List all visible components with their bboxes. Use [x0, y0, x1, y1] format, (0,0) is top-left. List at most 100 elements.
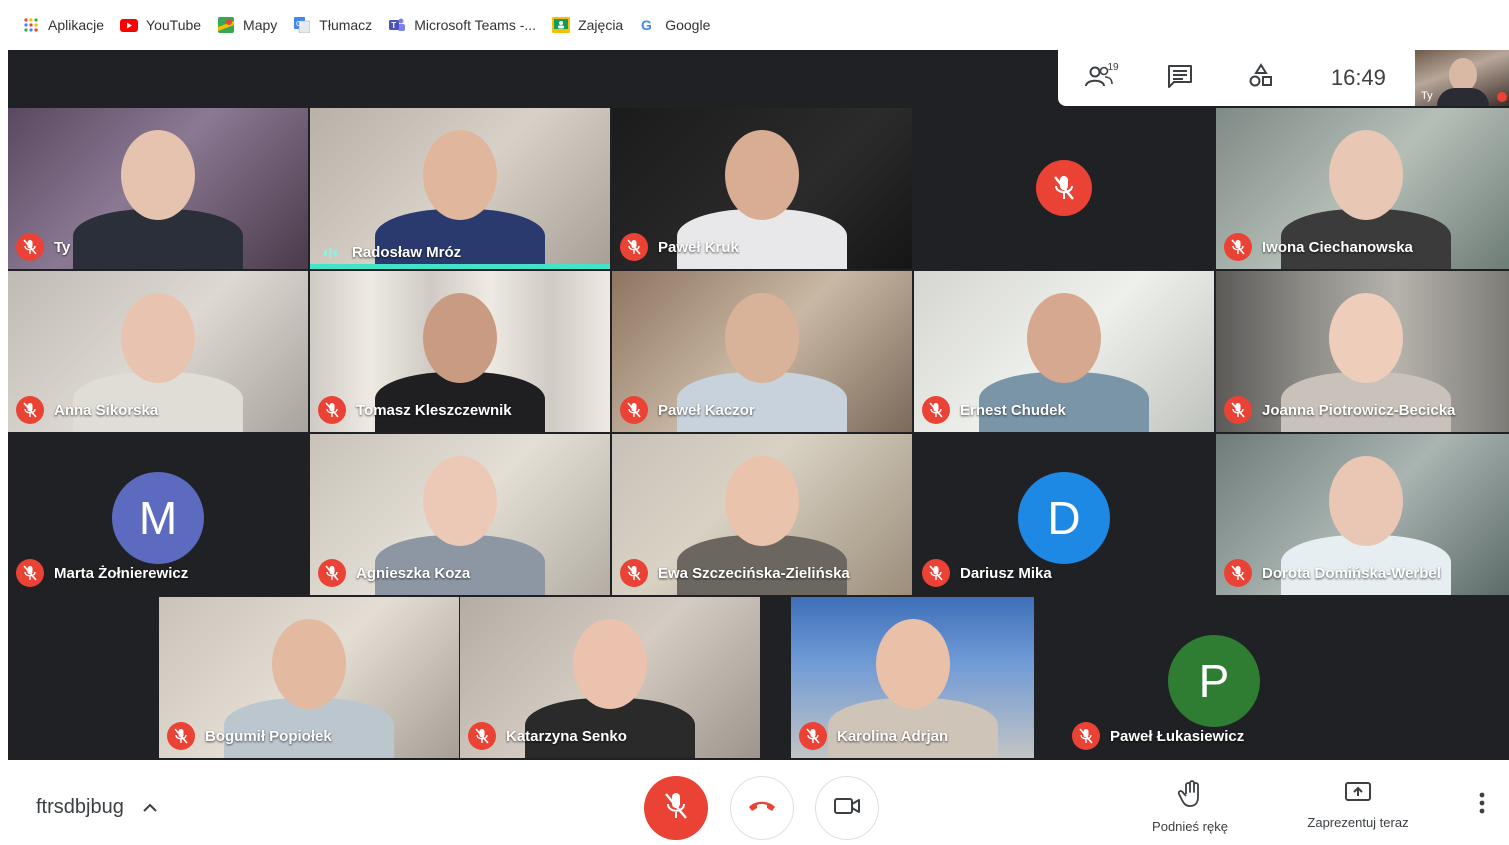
bookmark-translate[interactable]: G Tłumacz: [293, 16, 372, 34]
bookmark-google[interactable]: G Google: [639, 16, 710, 34]
meeting-clock: 16:49: [1330, 65, 1386, 90]
participant-name-row: Dariusz Mika: [922, 559, 1052, 587]
maps-icon: [217, 16, 235, 34]
participant-name: Tomasz Kleszczewnik: [356, 401, 512, 419]
mic-off-icon: [620, 396, 648, 424]
participant-tile[interactable]: Dorota Domińska-Werbel: [1216, 434, 1509, 595]
participant-name-row: Tomasz Kleszczewnik: [318, 396, 512, 424]
mic-off-icon: [1224, 396, 1252, 424]
participant-tile[interactable]: Karolina Adrjan: [791, 597, 1034, 758]
bookmark-classroom[interactable]: Zajęcia: [552, 16, 623, 34]
svg-text:T: T: [391, 21, 396, 30]
bookmark-label: Microsoft Teams -...: [414, 17, 537, 33]
participant-face: [121, 130, 195, 220]
leave-call-button[interactable]: [730, 776, 794, 840]
participant-name-row: Karolina Adrjan: [799, 722, 948, 750]
bookmark-apps[interactable]: Aplikacje: [22, 16, 104, 34]
participant-tile[interactable]: Ty: [8, 108, 308, 269]
active-speaker-bar: [310, 264, 610, 269]
participant-name-row: Ewa Szczecińska-Zielińska: [620, 559, 850, 587]
participant-avatar: M: [112, 472, 204, 564]
meeting-code: ftrsdbjbug: [36, 796, 124, 818]
participant-face: [423, 456, 497, 546]
self-label: Ty: [1421, 90, 1433, 102]
participant-face: [1329, 293, 1403, 383]
participant-tile[interactable]: P Paweł Łukasiewicz: [1064, 597, 1364, 758]
mic-off-icon: [1224, 559, 1252, 587]
participant-tile[interactable]: Agnieszka Koza: [310, 434, 610, 595]
meeting-details-button[interactable]: ftrsdbjbug: [36, 796, 158, 819]
participant-tile[interactable]: D Dariusz Mika: [914, 434, 1214, 595]
more-options-button[interactable]: [1472, 790, 1492, 820]
bookmark-label: Mapy: [243, 17, 278, 33]
participant-name: Paweł Kaczor: [658, 401, 755, 419]
raise-hand-button[interactable]: Podnieś rękę: [1140, 780, 1240, 834]
participant-tile[interactable]: Paweł Kruk: [612, 108, 912, 269]
participant-face: [121, 293, 195, 383]
mic-off-icon: [1036, 160, 1092, 216]
participant-tile[interactable]: Iwona Ciechanowska: [1216, 108, 1509, 269]
participant-name: Anna Sikorska: [54, 401, 159, 419]
more-vert-icon: [1479, 792, 1485, 819]
participant-face: [573, 619, 647, 709]
participant-tile[interactable]: Katarzyna Senko: [460, 597, 760, 758]
present-now-button[interactable]: Zaprezentuj teraz: [1290, 780, 1426, 830]
participant-name: Katarzyna Senko: [506, 727, 627, 745]
google-icon: G: [639, 16, 657, 34]
participant-name-row: Paweł Łukasiewicz: [1072, 722, 1244, 750]
participant-name: Bogumił Popiołek: [205, 727, 332, 745]
participant-name: Dariusz Mika: [960, 564, 1052, 582]
participant-tile[interactable]: Radosław Mróz: [310, 108, 610, 269]
chat-button[interactable]: [1156, 58, 1204, 98]
participant-name-row: Marta Żołnierewicz: [16, 559, 188, 587]
participants-count: 19: [1107, 62, 1119, 73]
camera-toggle-button[interactable]: [815, 776, 879, 840]
participant-video-figure: [68, 108, 248, 269]
mic-off-icon: [799, 722, 827, 750]
bookmark-maps[interactable]: Mapy: [217, 16, 277, 34]
participant-name: Marta Żołnierewicz: [54, 564, 189, 582]
participant-tile[interactable]: Tomasz Kleszczewnik: [310, 271, 610, 432]
participant-tile[interactable]: Ewa Szczecińska-Zielińska: [612, 434, 912, 595]
mic-off-icon: [167, 722, 195, 750]
participant-face: [875, 619, 950, 709]
apps-grid-icon: [22, 16, 40, 34]
participant-face: [423, 293, 497, 383]
participant-tile[interactable]: [914, 108, 1214, 269]
bookmark-youtube[interactable]: YouTube: [120, 16, 201, 34]
bookmarks-bar: Aplikacje YouTube Mapy G Tłumacz T Micro…: [0, 0, 1509, 50]
participant-name-row: Paweł Kruk: [620, 233, 739, 261]
participant-name-row: Dorota Domińska-Werbel: [1224, 559, 1441, 587]
participant-tile[interactable]: Paweł Kaczor: [612, 271, 912, 432]
youtube-icon: [120, 16, 139, 34]
present-now-label: Zaprezentuj teraz: [1307, 815, 1409, 830]
participant-name-row: Ty: [16, 233, 70, 261]
teams-icon: T: [388, 16, 406, 34]
microphone-toggle-button[interactable]: [644, 776, 708, 840]
activities-button[interactable]: [1237, 58, 1285, 98]
translate-icon: G: [293, 16, 311, 34]
raise-hand-label: Podnieś rękę: [1152, 819, 1228, 834]
participant-name: Iwona Ciechanowska: [1262, 238, 1413, 256]
participant-avatar: P: [1168, 635, 1260, 727]
chat-icon: [1167, 64, 1193, 93]
bookmark-teams[interactable]: T Microsoft Teams -...: [388, 16, 536, 34]
participant-face: [725, 456, 799, 546]
svg-text:G: G: [296, 21, 301, 28]
participant-face: [1329, 456, 1403, 546]
self-preview-thumbnail[interactable]: Ty: [1415, 50, 1509, 106]
participant-tile[interactable]: Anna Sikorska: [8, 271, 308, 432]
participants-button[interactable]: 19: [1075, 58, 1123, 98]
participant-name-row: Iwona Ciechanowska: [1224, 233, 1413, 261]
mic-off-icon: [468, 722, 496, 750]
participant-name-row: Katarzyna Senko: [468, 722, 627, 750]
self-face: [1449, 58, 1477, 92]
participant-tile[interactable]: Joanna Piotrowicz-Becicka: [1216, 271, 1509, 432]
bookmark-label: YouTube: [146, 17, 202, 33]
participant-name: Joanna Piotrowicz-Becicka: [1262, 401, 1456, 419]
mic-off-icon: [318, 396, 346, 424]
participant-tile[interactable]: M Marta Żołnierewicz: [8, 434, 308, 595]
participant-tile[interactable]: Bogumił Popiołek: [159, 597, 459, 758]
participant-tile[interactable]: Ernest Chudek: [914, 271, 1214, 432]
mic-off-icon: [1072, 722, 1100, 750]
